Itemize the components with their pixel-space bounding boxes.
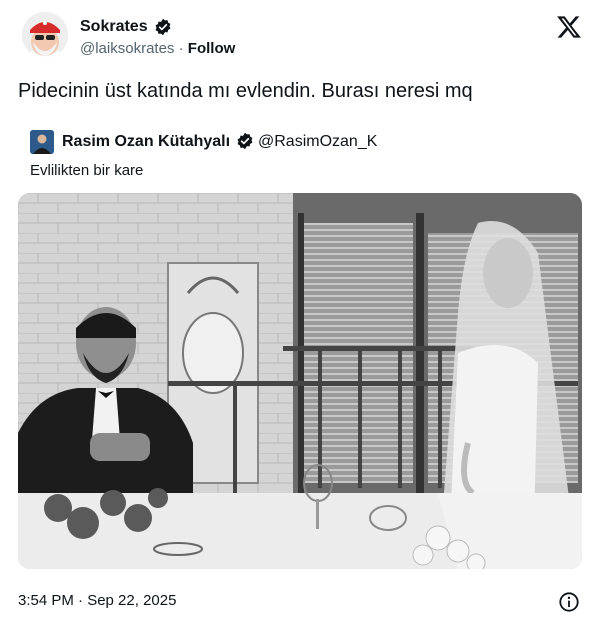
wedding-photo[interactable]: [18, 193, 582, 569]
handle-separator: ·: [178, 40, 184, 58]
follow-button[interactable]: Follow: [188, 40, 236, 57]
quoted-author-avatar[interactable]: [30, 130, 54, 154]
quoted-author-handle[interactable]: @RasimOzan_K: [258, 133, 377, 151]
x-logo-icon[interactable]: [556, 14, 582, 40]
tweet-text: Pidecinin üst katında mı evlendin. Buras…: [18, 80, 473, 102]
quoted-tweet-text: Evlilikten bir kare: [30, 162, 144, 179]
verified-badge-icon: [154, 18, 172, 36]
author-handle[interactable]: @laiksokrates: [80, 40, 174, 57]
info-icon[interactable]: [558, 591, 580, 613]
quoted-verified-badge-icon: [236, 132, 254, 150]
tweet-footer: 3:54 PM · Sep 22, 2025: [18, 591, 582, 613]
tweet-header: Sokrates @laiksokrates · Follow: [22, 12, 582, 62]
quoted-author-name[interactable]: Rasim Ozan Kütahyalı: [62, 133, 230, 151]
author-name[interactable]: Sokrates: [80, 18, 148, 36]
author-avatar[interactable]: [22, 12, 68, 58]
tweet-timestamp[interactable]: 3:54 PM · Sep 22, 2025: [18, 592, 176, 609]
